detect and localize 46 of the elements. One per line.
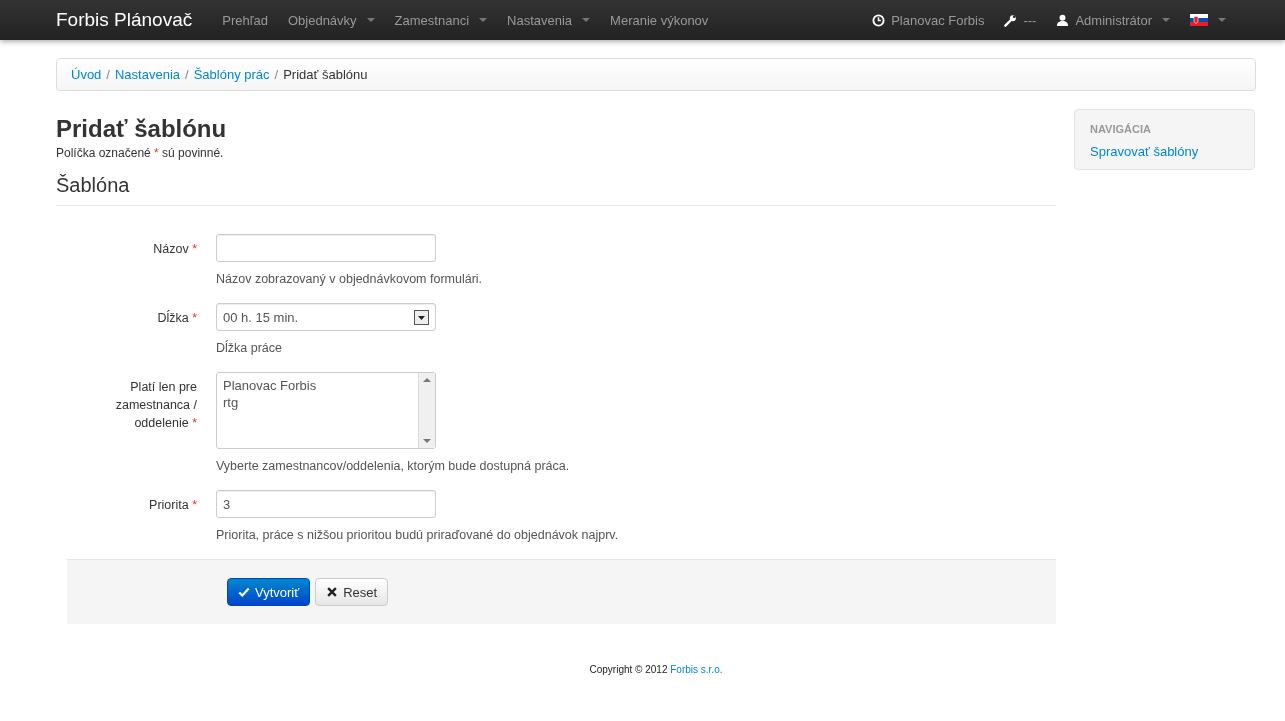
breadcrumb-separator: / xyxy=(185,67,189,82)
x-icon xyxy=(326,586,339,598)
text-input[interactable]: 3 xyxy=(216,490,436,518)
sidebar-link[interactable]: Spravovať šablóny xyxy=(1090,144,1239,159)
field-label: Priorita * xyxy=(148,497,197,514)
nav-menu-item[interactable]: Administrátor xyxy=(1046,12,1180,28)
list-option[interactable]: Planovac Forbis xyxy=(223,377,412,394)
breadcrumb-link[interactable]: Nastavenia xyxy=(115,67,181,82)
help-text: Názov zobrazovaný v objednávkovom formulári. xyxy=(216,272,483,286)
field-label: Platí len pre zamestnanca / oddelenie * xyxy=(114,379,197,432)
breadcrumb-link[interactable]: Úvod xyxy=(71,67,102,82)
check-icon xyxy=(238,586,250,598)
nav-menu-item[interactable]: Nastavenia xyxy=(497,12,601,28)
nav-menu-item[interactable]: --- xyxy=(994,12,1047,28)
page-title: Pridať šablónu xyxy=(56,115,228,143)
breadcrumb-link[interactable]: Pridať šablónu xyxy=(283,67,368,82)
breadcrumb-separator: / xyxy=(106,67,110,82)
nav-menu-item[interactable]: Zamestnanci xyxy=(384,12,498,28)
clock-icon xyxy=(872,13,886,27)
nav-menu-item[interactable]: Meranie výkonov xyxy=(600,12,719,28)
multi-select-list[interactable]: Planovac Forbis rtg xyxy=(216,372,436,449)
field-label: Názov * xyxy=(152,241,197,258)
text-input[interactable] xyxy=(216,234,436,262)
required-fields-note: Políčka označené * sú povinné. xyxy=(56,146,225,160)
help-text: Priorita, práce s nižšou prioritou budú priraďované do objednávok najprv. xyxy=(216,528,619,542)
create-button[interactable]: Vytvoriť xyxy=(227,578,311,606)
flag-icon xyxy=(1190,14,1208,26)
copyright-text: Copyright © 2012 xyxy=(589,664,668,675)
wrench-icon xyxy=(1004,13,1018,27)
field-label: Dĺžka * xyxy=(156,309,197,327)
list-option[interactable]: rtg xyxy=(223,394,412,411)
nav-menu-item[interactable]: Planovac Forbis xyxy=(862,12,995,28)
breadcrumb-link[interactable]: Šablóny prác xyxy=(193,67,270,82)
scrollbar[interactable] xyxy=(418,373,435,448)
brand-link[interactable]: Forbis Plánovač xyxy=(46,9,213,31)
nav-menu-item[interactable]: Objednávky xyxy=(277,12,385,28)
select-dropdown[interactable]: 00 h. 15 min. xyxy=(216,303,436,331)
reset-button[interactable]: Reset xyxy=(315,578,389,606)
user-icon xyxy=(1056,13,1070,27)
company-link[interactable]: Forbis s.r.o. xyxy=(670,664,723,675)
help-text: Vyberte zamestnancov/oddelenia, ktorým bude dostupná práca. xyxy=(216,459,570,473)
sidebar-header: NAVIGÁCIA xyxy=(1090,123,1152,135)
help-text: Dĺžka práce xyxy=(216,341,283,355)
section-title: Šablóna xyxy=(56,174,1056,206)
nav-menu-item[interactable]: Prehľad xyxy=(212,12,278,28)
breadcrumb-separator: / xyxy=(274,67,279,82)
